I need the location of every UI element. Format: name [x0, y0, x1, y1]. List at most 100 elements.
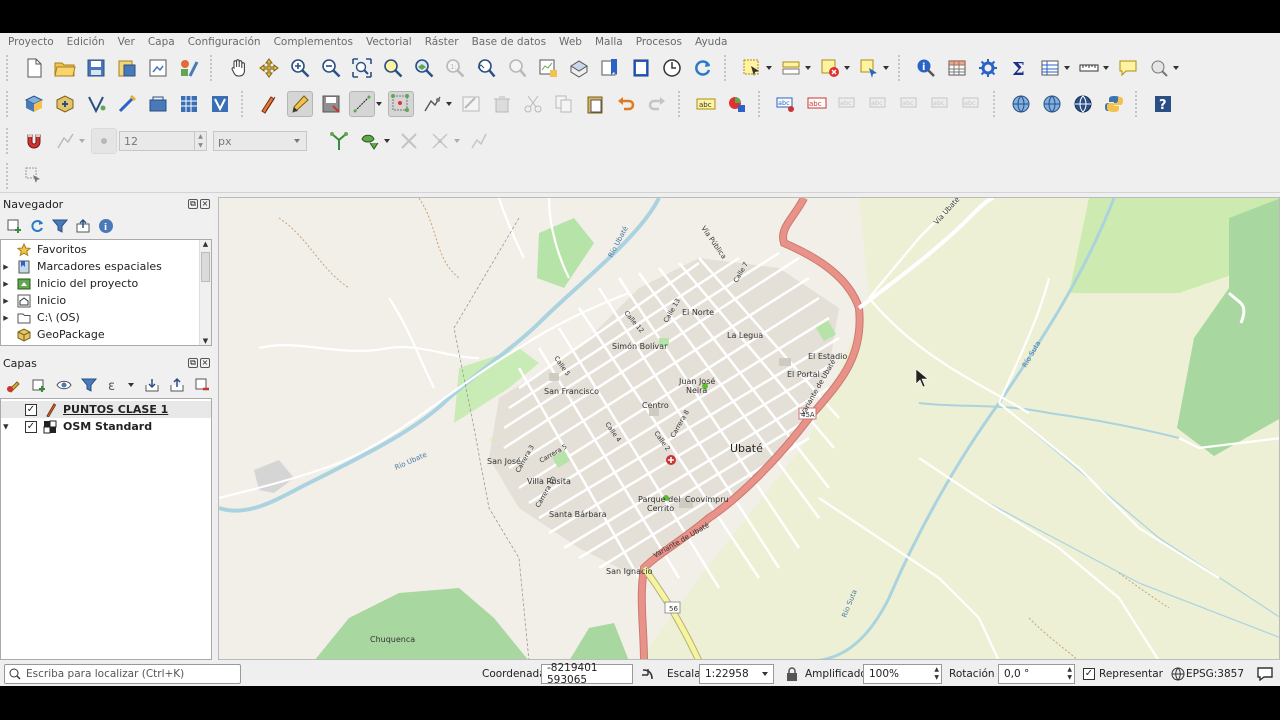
zoom-selection-button[interactable] [380, 55, 406, 81]
enable-snapping-button[interactable] [21, 128, 47, 154]
add-wcs-button[interactable] [1070, 91, 1096, 117]
new-3d-view-button[interactable] [566, 55, 592, 81]
float-panel-icon[interactable]: ⧉ [188, 358, 198, 368]
layer-styling-button[interactable] [4, 375, 24, 395]
menu-item[interactable]: Ver [118, 36, 135, 48]
render-checkbox[interactable]: ✓ [1083, 668, 1095, 680]
annotation-button[interactable] [1146, 55, 1172, 81]
dropdown-arrow-icon[interactable] [376, 102, 382, 106]
save-as-button[interactable] [114, 55, 140, 81]
new-bookmark-button[interactable] [597, 55, 623, 81]
browser-item[interactable]: ▶ C:\ (OS) [1, 309, 211, 326]
scale-combo[interactable]: 1:22958 [699, 664, 774, 684]
locator-search-input[interactable]: Escriba para localizar (Ctrl+K) [4, 664, 241, 684]
modify-attributes-button[interactable] [458, 91, 484, 117]
spin-arrows-icon[interactable]: ▲ ▼ [195, 131, 207, 151]
select-tool-button[interactable] [21, 163, 47, 189]
coordinate-field[interactable]: -8219401 593065 [541, 662, 633, 686]
menu-item[interactable]: Malla [595, 36, 623, 48]
map-canvas[interactable]: Ubaté El Norte Simón Bolívar La Legua El… [218, 197, 1280, 660]
add-wms-button[interactable] [1008, 91, 1034, 117]
add-virtual-layer-button[interactable] [145, 91, 171, 117]
menu-item[interactable]: Ayuda [695, 36, 727, 48]
close-icon[interactable]: × [200, 358, 210, 368]
toolbar-handle[interactable] [6, 55, 12, 81]
topological-editing-button[interactable] [326, 128, 352, 154]
dropdown-arrow-icon[interactable] [446, 102, 452, 106]
snap-intersection-button[interactable] [396, 128, 422, 154]
spin-arrows-icon[interactable]: ▲ ▼ [1067, 666, 1072, 682]
remove-layer-button[interactable] [192, 375, 212, 395]
label-props-button[interactable]: abc [959, 91, 985, 117]
select-by-value-button[interactable] [778, 55, 804, 81]
zoom-out-button[interactable] [318, 55, 344, 81]
filter-expression-button[interactable]: ε [104, 375, 124, 395]
deselect-all-button[interactable] [817, 55, 843, 81]
menu-item[interactable]: Complementos [274, 36, 353, 48]
toolbar-handle[interactable] [898, 55, 904, 81]
new-project-button[interactable] [21, 55, 47, 81]
refresh-button[interactable] [690, 55, 716, 81]
select-by-location-button[interactable] [856, 55, 882, 81]
style-manager-button[interactable] [176, 55, 202, 81]
menu-item[interactable]: Procesos [636, 36, 682, 48]
add-selected-layers-button[interactable] [4, 216, 24, 236]
map-tips-button[interactable] [1115, 55, 1141, 81]
measure-button[interactable] [1076, 55, 1102, 81]
browser-item[interactable]: ▶ Marcadores espaciales [1, 258, 211, 275]
menu-item[interactable]: Edición [67, 36, 105, 48]
layer-visibility-checkbox[interactable]: ✓ [25, 403, 37, 416]
crs-button[interactable]: EPSG:3857 [1186, 668, 1244, 680]
osm-map[interactable]: Ubaté El Norte Simón Bolívar La Legua El… [219, 198, 1280, 660]
label-toolbar-button[interactable]: abc [693, 91, 719, 117]
refresh-browser-button[interactable] [27, 216, 47, 236]
menu-item[interactable]: Base de datos [472, 36, 546, 48]
dropdown-arrow-icon[interactable] [1103, 66, 1109, 70]
layer-item[interactable]: ▶ ✓ OSM Standard [1, 418, 211, 435]
snap-units-select[interactable]: px [213, 131, 307, 151]
current-edits-button[interactable] [256, 91, 282, 117]
change-label-button[interactable]: abc [928, 91, 954, 117]
new-map-view-button[interactable] [535, 55, 561, 81]
data-source-manager-button[interactable] [21, 91, 47, 117]
toolbar-handle[interactable] [724, 55, 730, 81]
zoom-layer-button[interactable] [411, 55, 437, 81]
help-button[interactable]: ? [1150, 91, 1176, 117]
statistics-button[interactable]: Σ [1006, 55, 1032, 81]
new-shapefile-layer-button[interactable] [83, 91, 109, 117]
browser-item[interactable]: Favoritos [1, 241, 211, 258]
manage-visibility-button[interactable] [54, 375, 74, 395]
browser-scrollbar[interactable]: ▲ ▼ [199, 240, 211, 345]
new-temp-layer-button[interactable] [114, 91, 140, 117]
dropdown-arrow-icon[interactable] [454, 139, 460, 143]
filter-browser-button[interactable] [50, 216, 70, 236]
zoom-last-button[interactable] [473, 55, 499, 81]
tracing-button[interactable] [466, 128, 492, 154]
layer-visibility-checkbox[interactable]: ✓ [25, 420, 37, 433]
collapse-all-layers-button[interactable] [167, 375, 187, 395]
crs-globe-icon[interactable] [1171, 667, 1185, 681]
lock-icon[interactable] [786, 667, 798, 681]
open-table-button[interactable] [1037, 55, 1063, 81]
expand-arrow-icon[interactable]: ▶ [2, 422, 10, 432]
browser-item[interactable]: ▶ Inicio del proyecto [1, 275, 211, 292]
expand-arrow-icon[interactable]: ▶ [1, 314, 11, 322]
menu-item[interactable]: Vectorial [366, 36, 412, 48]
toolbar-handle[interactable] [1135, 91, 1141, 117]
zoom-full-button[interactable] [349, 55, 375, 81]
expand-arrow-icon[interactable]: ▶ [1, 297, 11, 305]
toolbar-handle[interactable] [6, 162, 12, 189]
messages-icon[interactable] [1257, 666, 1273, 681]
undo-button[interactable] [613, 91, 639, 117]
paste-features-button[interactable] [582, 91, 608, 117]
temporal-controller-button[interactable] [659, 55, 685, 81]
toolbar-handle[interactable] [678, 91, 684, 117]
show-hide-labels-button[interactable]: abc [866, 91, 892, 117]
dropdown-arrow-icon[interactable] [128, 383, 134, 387]
toolbar-handle[interactable] [6, 128, 12, 154]
browser-item[interactable]: ▶ Inicio [1, 292, 211, 309]
layer-item[interactable]: ✓ PUNTOS CLASE 1 [1, 401, 211, 418]
dropdown-arrow-icon[interactable] [1173, 66, 1179, 70]
dropdown-arrow-icon[interactable] [384, 139, 390, 143]
python-console-button[interactable] [1101, 91, 1127, 117]
